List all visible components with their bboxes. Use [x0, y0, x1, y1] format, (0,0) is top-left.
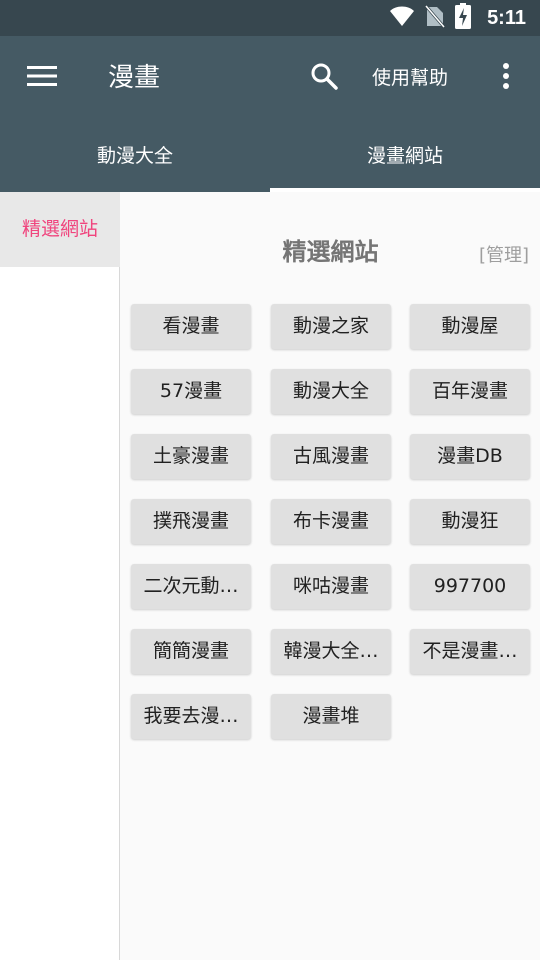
- tab-manga-sites[interactable]: 漫畫網站: [270, 120, 540, 192]
- tab-anime-all[interactable]: 動漫大全: [0, 120, 270, 192]
- site-button[interactable]: 咪咕漫畫: [271, 564, 391, 609]
- status-icons: 5:11: [389, 0, 526, 36]
- search-icon: [310, 62, 338, 94]
- site-button[interactable]: 簡簡漫畫: [131, 629, 251, 674]
- site-button[interactable]: 百年漫畫: [410, 369, 530, 414]
- battery-charging-icon: [455, 3, 472, 33]
- content-panel: 精選網站 [管理] 看漫畫 動漫之家 動漫屋 57漫畫 動漫大全 百年漫畫 土豪…: [121, 192, 540, 960]
- site-button[interactable]: 漫畫DB: [410, 434, 530, 479]
- site-button[interactable]: 古風漫畫: [271, 434, 391, 479]
- site-button[interactable]: 二次元動…: [131, 564, 251, 609]
- more-options-button[interactable]: [488, 56, 524, 100]
- search-button[interactable]: [302, 56, 346, 100]
- menu-icon: [27, 65, 57, 91]
- sidebar-item-featured-sites[interactable]: 精選網站: [0, 192, 120, 267]
- help-button[interactable]: 使用幫助: [372, 58, 448, 98]
- site-button[interactable]: 看漫畫: [131, 304, 251, 349]
- menu-button[interactable]: [20, 58, 64, 98]
- sidebar: 精選網站: [0, 192, 120, 960]
- site-button[interactable]: 漫畫堆: [271, 694, 391, 739]
- site-button[interactable]: 撲飛漫畫: [131, 499, 251, 544]
- status-bar: 5:11: [0, 0, 540, 36]
- site-button[interactable]: 動漫大全: [271, 369, 391, 414]
- no-sim-icon: [424, 4, 446, 32]
- site-button[interactable]: 57漫畫: [131, 369, 251, 414]
- more-vert-icon: [502, 63, 510, 93]
- site-button[interactable]: 997700: [410, 564, 530, 609]
- site-button[interactable]: 不是漫畫…: [410, 629, 530, 674]
- app-bar: 漫畫 使用幫助: [0, 36, 540, 120]
- status-time: 5:11: [487, 6, 526, 29]
- wifi-icon: [389, 5, 415, 31]
- site-button[interactable]: 韓漫大全…: [271, 629, 391, 674]
- app-title: 漫畫: [108, 63, 161, 93]
- manage-link[interactable]: [管理]: [479, 241, 529, 267]
- tab-bar: 動漫大全 漫畫網站: [0, 120, 540, 192]
- site-button[interactable]: 土豪漫畫: [131, 434, 251, 479]
- site-button[interactable]: 我要去漫…: [131, 694, 251, 739]
- site-button[interactable]: 動漫狂: [410, 499, 530, 544]
- site-button[interactable]: 動漫之家: [271, 304, 391, 349]
- section-title: 精選網站: [282, 238, 379, 266]
- site-button[interactable]: 布卡漫畫: [271, 499, 391, 544]
- site-button[interactable]: 動漫屋: [410, 304, 530, 349]
